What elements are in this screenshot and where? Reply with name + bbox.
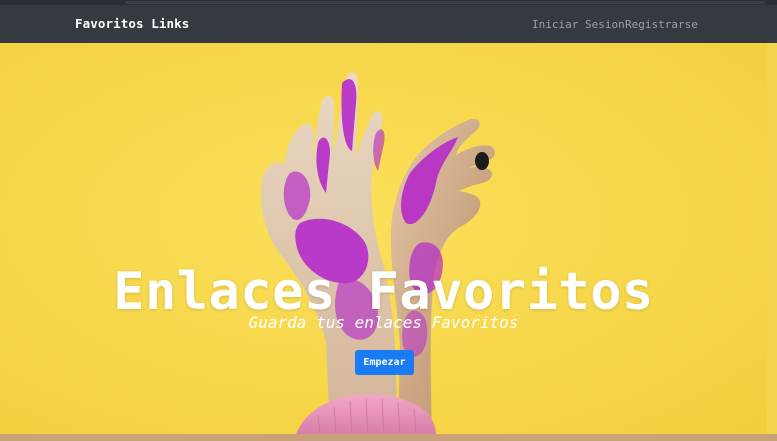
nav-link-register[interactable]: Registrarse [625, 18, 698, 31]
page-bottom-edge [0, 434, 777, 441]
navbar: Favoritos Links Iniciar Sesion Registrar… [0, 5, 777, 43]
black-nail [475, 152, 489, 170]
start-button[interactable]: Empezar [355, 350, 414, 375]
window-top-edge-bar [125, 1, 765, 4]
hero-subtitle: Guarda tus enlaces Favoritos [248, 313, 519, 332]
page-right-edge [767, 43, 777, 434]
nav-link-login[interactable]: Iniciar Sesion [532, 18, 625, 31]
hero-section: Enlaces Favoritos Guarda tus enlaces Fav… [0, 43, 768, 434]
brand-link[interactable]: Favoritos Links [75, 16, 189, 31]
hero-background-image [0, 43, 767, 434]
